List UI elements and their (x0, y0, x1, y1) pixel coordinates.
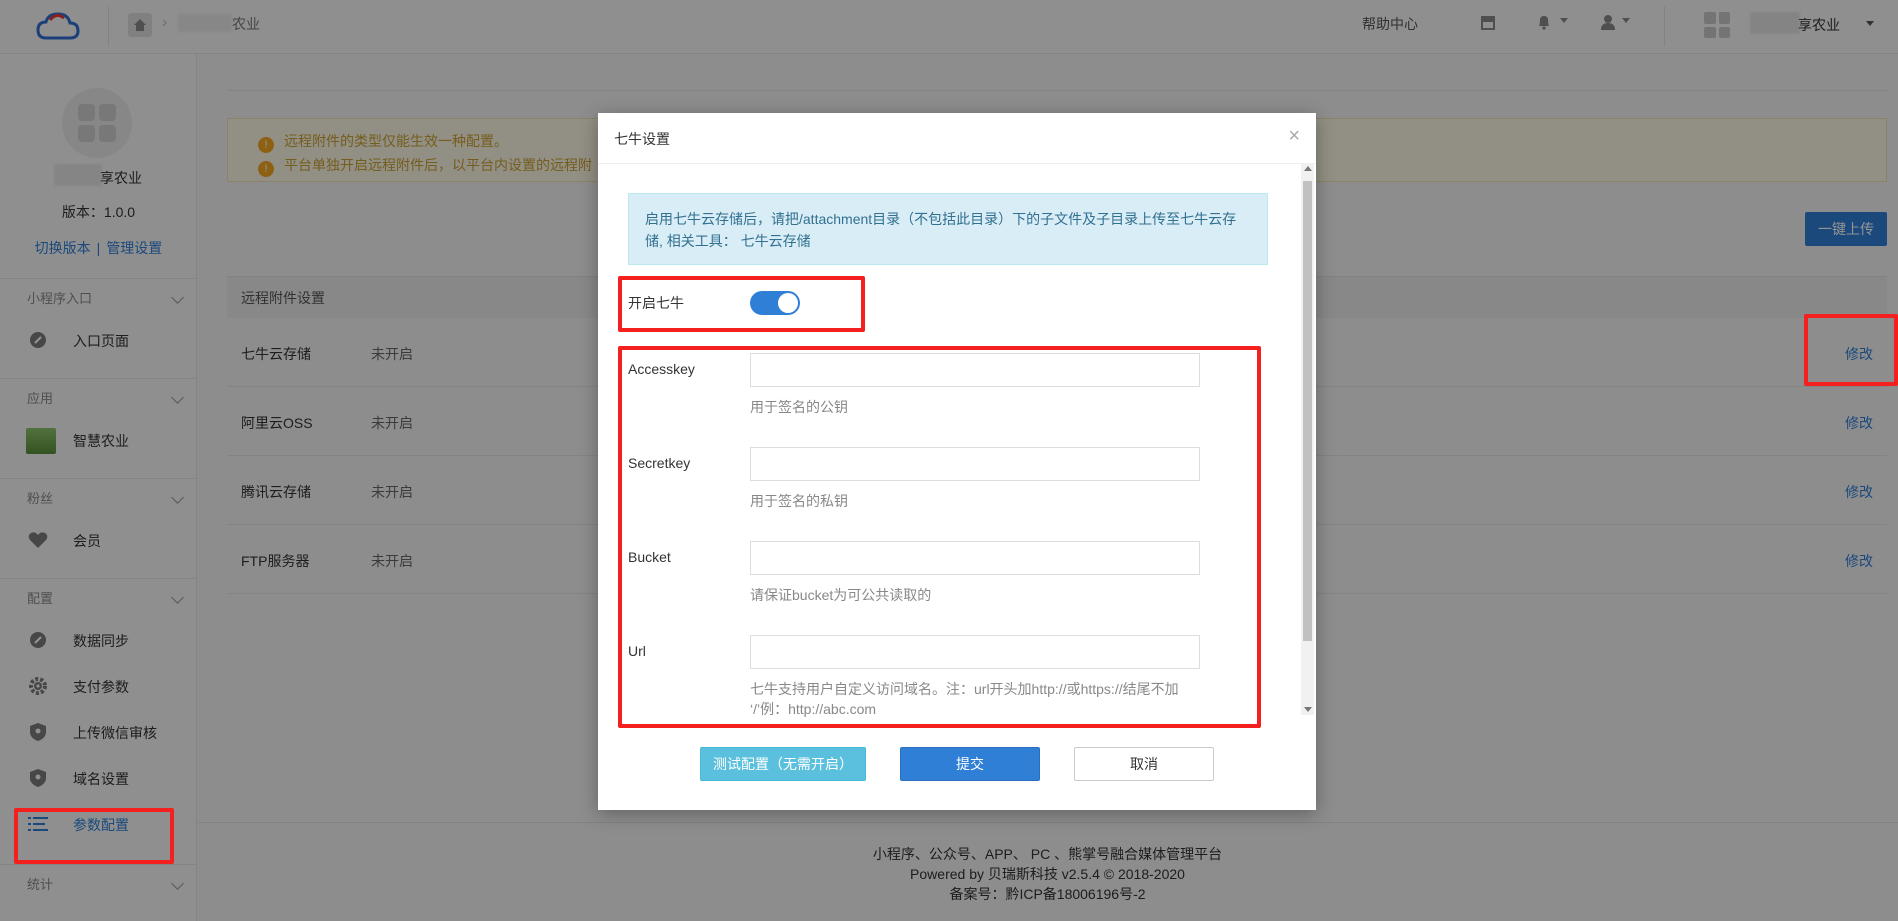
highlight-enable-toggle (618, 276, 865, 332)
modal-title: 七牛设置 (614, 131, 670, 147)
highlight-credential-fields (618, 346, 1261, 728)
close-icon[interactable]: × (1288, 125, 1300, 148)
test-config-button[interactable]: 测试配置（无需开启） (700, 747, 866, 781)
info-alert: 启用七牛云存储后，请把/attachment目录（不包括此目录）下的子文件及子目… (628, 193, 1268, 265)
scroll-down-icon[interactable] (1304, 707, 1312, 712)
highlight-edit-link (1804, 314, 1898, 386)
scroll-thumb[interactable] (1303, 181, 1312, 641)
cancel-button[interactable]: 取消 (1074, 747, 1214, 781)
scroll-up-icon[interactable] (1304, 166, 1312, 171)
modal-scrollbar[interactable] (1301, 163, 1314, 715)
submit-button[interactable]: 提交 (900, 747, 1040, 781)
highlight-param-config (14, 808, 174, 864)
